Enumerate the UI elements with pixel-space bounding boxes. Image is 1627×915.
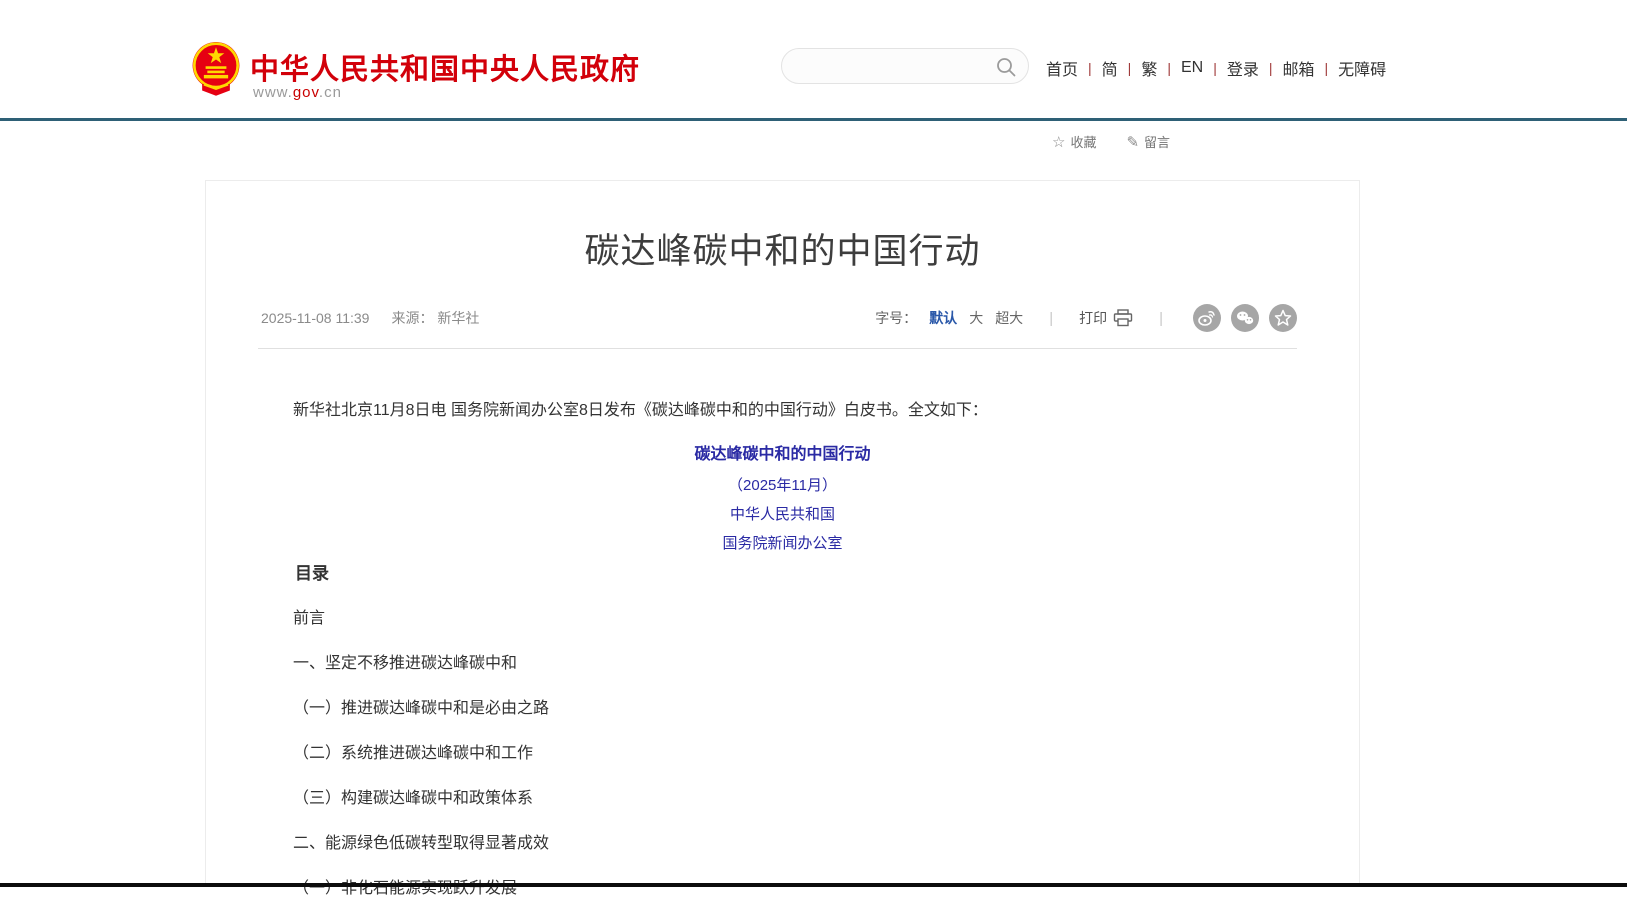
document-date: （2025年11月） <box>261 477 1304 494</box>
toc-item-1-1: （一）推进碳达峰碳中和是必由之路 <box>261 699 1304 718</box>
toc-item-1-3: （三）构建碳达峰碳中和政策体系 <box>261 789 1304 808</box>
nav-item-home[interactable]: 首页 <box>1046 56 1078 80</box>
meta-separator: | <box>1159 310 1163 327</box>
weibo-share-icon[interactable] <box>1193 304 1221 332</box>
search-icon[interactable] <box>995 56 1017 78</box>
fontsize-default-button[interactable]: 默认 <box>929 308 957 328</box>
publish-datetime: 2025-11-08 11:39 <box>261 310 369 326</box>
site-url[interactable]: www.gov.cn <box>253 84 342 101</box>
nav-separator: | <box>1165 60 1173 76</box>
printer-icon <box>1113 309 1133 327</box>
document-heading-block: 碳达峰碳中和的中国行动 （2025年11月） 中华人民共和国 国务院新闻办公室 <box>261 446 1304 552</box>
share-icons <box>1193 304 1297 332</box>
article-container: 碳达峰碳中和的中国行动 2025-11-08 11:39 来源： 新华社 字号：… <box>205 180 1360 883</box>
favorite-button[interactable]: ☆ 收藏 <box>1052 132 1096 151</box>
nav-item-english[interactable]: EN <box>1181 59 1203 77</box>
source: 来源： 新华社 <box>391 308 479 328</box>
national-emblem-logo[interactable] <box>190 40 242 96</box>
site-header: 中华人民共和国中央人民政府 www.gov.cn 首页 | 简 | 繁 | EN… <box>0 0 1627 121</box>
site-url-cn: .cn <box>319 84 342 101</box>
wechat-share-icon[interactable] <box>1231 304 1259 332</box>
source-value[interactable]: 新华社 <box>437 310 479 326</box>
nav-separator: | <box>1211 60 1219 76</box>
window-bottom-edge <box>0 883 1627 887</box>
toc-item-1-2: （二）系统推进碳达峰碳中和工作 <box>261 744 1304 763</box>
meta-divider <box>258 348 1297 349</box>
top-nav: 首页 | 简 | 繁 | EN | 登录 | 邮箱 | 无障碍 <box>1046 56 1386 80</box>
document-org-line1: 中华人民共和国 <box>261 506 1304 523</box>
fontsize-xlarge-button[interactable]: 超大 <box>995 308 1023 328</box>
fontsize-label: 字号： <box>875 308 917 328</box>
nav-item-traditional[interactable]: 繁 <box>1141 56 1157 80</box>
more-share-star-icon[interactable] <box>1269 304 1297 332</box>
toc-item-2: 二、能源绿色低碳转型取得显著成效 <box>261 834 1304 853</box>
toc-item-1: 一、坚定不移推进碳达峰碳中和 <box>261 654 1304 673</box>
favorite-label: 收藏 <box>1070 132 1096 151</box>
toc-heading: 目录 <box>261 564 1304 583</box>
toc-item-2-1: （一）非化石能源实现跃升发展 <box>261 879 1304 898</box>
nav-separator: | <box>1126 60 1134 76</box>
site-url-www: www. <box>253 84 293 101</box>
meta-left: 2025-11-08 11:39 来源： 新华社 <box>261 308 479 328</box>
article-title: 碳达峰碳中和的中国行动 <box>246 223 1319 274</box>
nav-separator: | <box>1086 60 1094 76</box>
meta-right: 字号： 默认 大 超大 | 打印 | <box>875 304 1297 332</box>
site-url-gov: gov <box>293 84 319 101</box>
nav-separator: | <box>1267 60 1275 76</box>
search-input[interactable] <box>798 53 988 79</box>
print-button[interactable]: 打印 <box>1079 308 1133 328</box>
pencil-icon: ✎ <box>1126 133 1139 151</box>
nav-item-simplified[interactable]: 简 <box>1102 56 1118 80</box>
article-meta-row: 2025-11-08 11:39 来源： 新华社 字号： 默认 大 超大 | 打… <box>261 304 1297 332</box>
toc-item-preface: 前言 <box>261 609 1304 628</box>
source-label: 来源： <box>391 310 433 326</box>
star-icon: ☆ <box>1052 133 1065 151</box>
print-label: 打印 <box>1079 308 1107 328</box>
document-title: 碳达峰碳中和的中国行动 <box>261 446 1304 463</box>
meta-separator: | <box>1049 310 1053 327</box>
article-action-row: ☆ 收藏 ✎ 留言 <box>1052 132 1170 151</box>
comment-label: 留言 <box>1144 132 1170 151</box>
comment-button[interactable]: ✎ 留言 <box>1126 132 1170 151</box>
fontsize-large-button[interactable]: 大 <box>969 308 983 328</box>
nav-item-login[interactable]: 登录 <box>1227 56 1259 80</box>
nav-item-accessibility[interactable]: 无障碍 <box>1338 56 1386 80</box>
nav-item-mail[interactable]: 邮箱 <box>1283 56 1315 80</box>
article-body: 新华社北京11月8日电 国务院新闻办公室8日发布《碳达峰碳中和的中国行动》白皮书… <box>261 401 1304 898</box>
site-title[interactable]: 中华人民共和国中央人民政府 <box>250 46 640 88</box>
search-box <box>781 48 1029 84</box>
nav-separator: | <box>1323 60 1331 76</box>
intro-paragraph: 新华社北京11月8日电 国务院新闻办公室8日发布《碳达峰碳中和的中国行动》白皮书… <box>261 401 1304 420</box>
document-org-line2: 国务院新闻办公室 <box>261 535 1304 552</box>
